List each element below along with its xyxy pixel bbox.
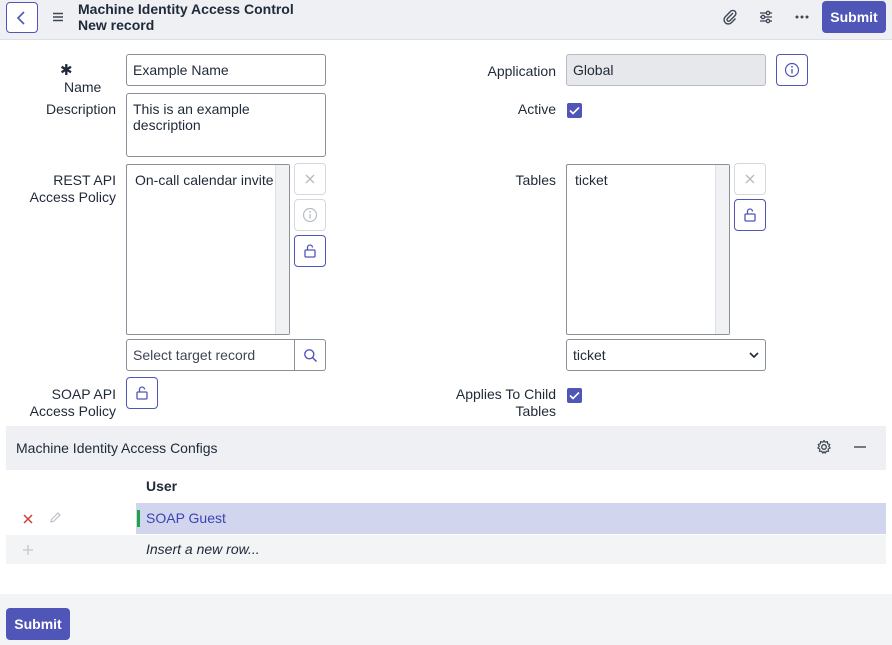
tables-select[interactable]: ticket [566, 339, 766, 371]
tables-unlock-button[interactable] [734, 199, 766, 231]
tables-remove-button[interactable] [734, 163, 766, 195]
more-options-button[interactable] [793, 8, 811, 26]
user-cell[interactable]: SOAP Guest [146, 510, 226, 526]
related-list-header: Machine Identity Access Configs [6, 426, 886, 470]
active-checkbox[interactable] [567, 103, 582, 118]
page-title: Machine Identity Access Control [78, 1, 294, 17]
checkmark-icon [569, 106, 580, 115]
rest-api-access-policy-list[interactable]: On-call calendar invite [126, 164, 290, 335]
name-label: Name [64, 79, 102, 95]
ellipsis-icon [795, 15, 809, 19]
close-icon [305, 174, 315, 184]
list-scrollbar[interactable] [275, 165, 289, 334]
gear-icon [817, 439, 831, 454]
close-icon [23, 514, 33, 524]
rest-remove-button[interactable] [294, 163, 326, 195]
submit-button-bottom[interactable]: Submit [6, 608, 70, 640]
minus-icon [854, 446, 866, 448]
tables-select-value: ticket [573, 347, 606, 363]
chevron-left-icon [16, 10, 25, 25]
paperclip-icon [723, 9, 737, 25]
sliders-icon [760, 10, 772, 24]
tables-list[interactable]: ticket [566, 164, 730, 335]
close-icon [745, 174, 755, 184]
description-label: Description [45, 101, 116, 117]
application-label: Application [487, 63, 557, 79]
name-label-wrap: ✱ Name [60, 62, 116, 96]
rest-api-label-line1: REST API [53, 172, 116, 188]
form-header: Machine Identity Access Control New reco… [0, 0, 892, 40]
column-header-user[interactable]: User [146, 478, 177, 494]
soap-api-label-line2: Access Policy [29, 403, 116, 419]
form-footer [0, 594, 892, 645]
applies-child-label-line2: Tables [515, 403, 556, 419]
related-list-title: Machine Identity Access Configs [16, 440, 218, 456]
soap-unlock-button[interactable] [126, 377, 158, 409]
rest-api-label-line2: Access Policy [29, 189, 116, 205]
active-label: Active [517, 101, 556, 117]
page-subtitle: New record [78, 17, 155, 33]
applies-child-checkbox[interactable] [567, 388, 582, 403]
insert-row-label[interactable]: Insert a new row... [146, 541, 260, 557]
rest-info-button[interactable] [294, 199, 326, 231]
description-textarea[interactable]: This is an example description [126, 93, 326, 157]
unlock-icon [304, 244, 316, 258]
required-marker: ✱ [60, 62, 73, 79]
changed-indicator [137, 510, 140, 527]
table-row-actions [6, 503, 136, 534]
unlock-icon [744, 208, 756, 222]
application-info-button[interactable] [776, 54, 808, 86]
plus-icon [23, 545, 33, 555]
submit-button-top[interactable]: Submit [822, 1, 886, 33]
add-row-icon-wrap [22, 543, 35, 556]
list-scrollbar[interactable] [715, 165, 729, 334]
application-input: Global [566, 54, 766, 86]
info-icon [302, 207, 318, 223]
list-item[interactable]: ticket [575, 172, 608, 188]
search-icon [303, 348, 317, 362]
applies-child-label-line1: Applies To Child [455, 386, 556, 402]
attachment-button[interactable] [721, 8, 739, 26]
back-button[interactable] [6, 2, 38, 33]
list-item[interactable]: On-call calendar invite [135, 172, 274, 188]
related-list-settings-button[interactable] [816, 439, 834, 457]
delete-row-button[interactable] [22, 512, 36, 526]
rest-unlock-button[interactable] [294, 235, 326, 267]
info-icon [784, 62, 800, 78]
name-input[interactable]: Example Name [126, 54, 326, 86]
soap-api-label-line1: SOAP API [51, 386, 116, 402]
reference-lookup-button[interactable] [294, 339, 326, 371]
tables-label: Tables [515, 172, 556, 188]
chevron-down-icon [749, 352, 759, 359]
personalize-form-button[interactable] [757, 8, 775, 26]
related-list-collapse-button[interactable] [852, 439, 870, 457]
hamburger-menu-icon[interactable] [51, 10, 65, 24]
checkmark-icon [569, 391, 580, 400]
edit-row-button[interactable] [49, 511, 63, 525]
table-row[interactable]: SOAP Guest [136, 503, 886, 534]
insert-row[interactable]: Insert a new row... [6, 535, 886, 564]
unlock-icon [136, 386, 148, 400]
rest-reference-input[interactable]: Select target record [126, 339, 295, 371]
pencil-icon [50, 512, 61, 523]
